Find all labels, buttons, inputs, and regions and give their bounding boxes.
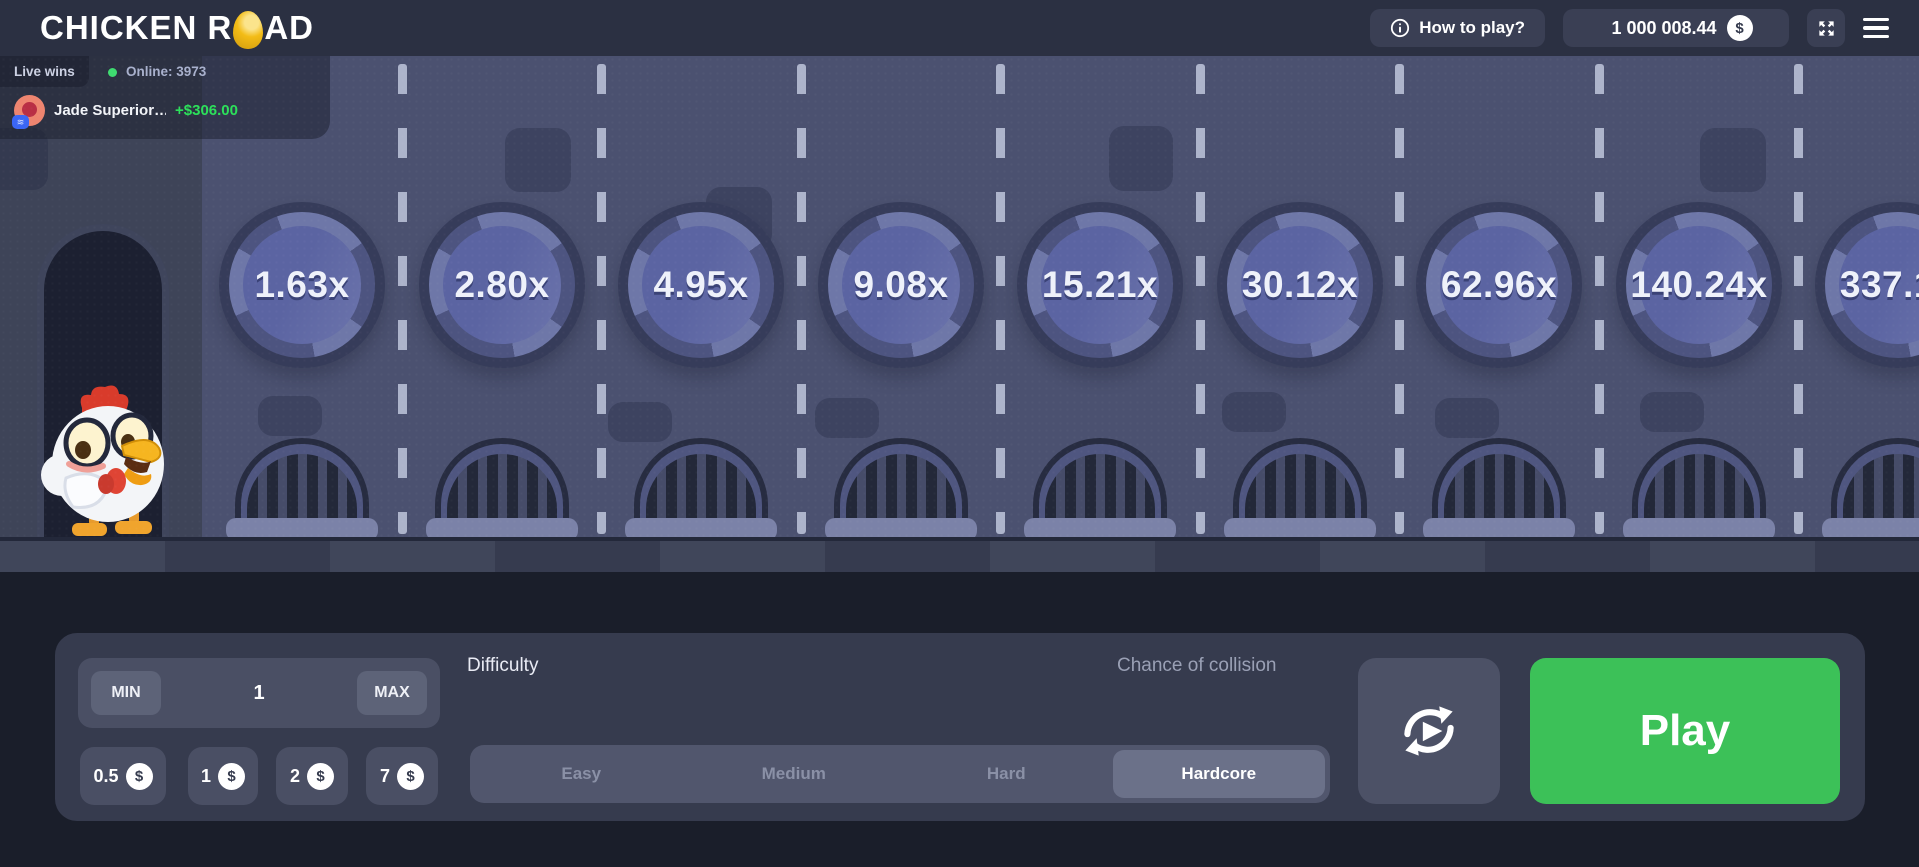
difficulty-hardcore-tab[interactable]: Hardcore bbox=[1112, 750, 1325, 798]
multiplier-tile: 2.80x bbox=[419, 202, 585, 368]
road-patch bbox=[815, 398, 879, 438]
difficulty-medium-tab[interactable]: Medium bbox=[688, 750, 901, 798]
multiplier-tile: 15.21x bbox=[1017, 202, 1183, 368]
play-button[interactable]: Play bbox=[1530, 658, 1840, 804]
chip-label: 1 bbox=[200, 765, 211, 786]
how-to-play-button[interactable]: How to play? bbox=[1370, 9, 1545, 47]
chip-0.5-button[interactable]: 0.5 $ bbox=[80, 747, 166, 805]
logo-text-right: AD bbox=[264, 9, 315, 46]
difficulty-tabs: Easy Medium Hard Hardcore bbox=[470, 745, 1330, 803]
balance-display: 1 000 008.44 $ bbox=[1563, 9, 1789, 47]
game-area: 1.63x 2.80x 4.95x 9.08x 15.21x 30.12x 62… bbox=[0, 56, 1919, 541]
sidewalk-strip bbox=[0, 541, 1919, 572]
road-patch bbox=[505, 128, 571, 192]
autoplay-loop-icon bbox=[1404, 706, 1454, 756]
multiplier-tile: 9.08x bbox=[818, 202, 984, 368]
bet-max-button[interactable]: MAX bbox=[357, 671, 427, 715]
live-win-entry: ≋ Jade Superior… +$306.00 bbox=[12, 94, 238, 129]
chip-label: 2 bbox=[289, 765, 300, 786]
lane-divider bbox=[1395, 64, 1404, 534]
bet-amount-box: MIN 1 MAX bbox=[78, 658, 440, 728]
logo-text-left: CHICKEN R bbox=[40, 9, 233, 46]
multiplier-value: 337.1x bbox=[1839, 264, 1919, 305]
online-count: Online: 3973 bbox=[126, 64, 207, 79]
lane-divider bbox=[1595, 64, 1604, 534]
multiplier-tile: 30.12x bbox=[1217, 202, 1383, 368]
header-actions: How to play? 1 000 008.44 $ bbox=[1370, 9, 1893, 47]
multiplier-value: 140.24x bbox=[1630, 264, 1768, 305]
multiplier-value: 4.95x bbox=[653, 264, 749, 305]
multiplier-tile: 62.96x bbox=[1416, 202, 1582, 368]
how-to-play-label: How to play? bbox=[1419, 18, 1525, 37]
lane-divider bbox=[797, 64, 806, 534]
road-patch bbox=[1222, 392, 1286, 432]
multiplier-value: 62.96x bbox=[1440, 264, 1558, 305]
multiplier-value: 2.80x bbox=[454, 264, 550, 305]
dollar-coin-icon: $ bbox=[397, 762, 424, 790]
multiplier-value: 1.63x bbox=[254, 264, 350, 305]
lane-divider bbox=[996, 64, 1005, 534]
header-bar: CHICKEN R AD How to play? 1 000 008.44 $ bbox=[0, 0, 1919, 56]
app-logo: CHICKEN R AD bbox=[40, 9, 315, 49]
live-wins-label: Live wins bbox=[0, 56, 89, 87]
balance-value: 1 000 008.44 bbox=[1611, 17, 1717, 38]
multiplier-tile: 4.95x bbox=[618, 202, 784, 368]
chance-of-collision-label: Chance of collision bbox=[1117, 655, 1277, 676]
chicken-character bbox=[41, 385, 164, 536]
chip-2-button[interactable]: 2 $ bbox=[276, 747, 348, 805]
chip-label: 0.5 bbox=[93, 765, 119, 786]
player-name: Jade Superior… bbox=[54, 101, 166, 119]
road-patch bbox=[1109, 126, 1173, 191]
multiplier-tile: 140.24x bbox=[1616, 202, 1782, 368]
autoplay-button[interactable] bbox=[1358, 658, 1500, 804]
chip-7-button[interactable]: 7 $ bbox=[366, 747, 438, 805]
avatar-badge-icon: ≋ bbox=[12, 114, 29, 129]
chicken-road-app: CHICKEN R AD How to play? 1 000 008.44 $ bbox=[0, 0, 1919, 867]
lane-divider bbox=[1794, 64, 1803, 534]
lane-divider bbox=[1196, 64, 1205, 534]
dollar-coin-icon: $ bbox=[125, 762, 153, 790]
road-patch bbox=[1640, 392, 1704, 432]
player-avatar: ≋ bbox=[12, 94, 45, 129]
menu-button[interactable] bbox=[1863, 9, 1893, 47]
dollar-coin-icon: $ bbox=[218, 762, 245, 790]
control-panel: MIN 1 MAX 0.5 $ 1 $ 2 $ 7 $ Difficulty C… bbox=[55, 633, 1865, 821]
online-dot-icon bbox=[108, 68, 117, 77]
win-amount: +$306.00 bbox=[175, 101, 238, 119]
dollar-coin-icon: $ bbox=[1726, 15, 1753, 41]
golden-egg-icon bbox=[233, 11, 264, 49]
dollar-coin-icon: $ bbox=[307, 762, 334, 790]
multiplier-tile: 1.63x bbox=[219, 202, 385, 368]
lane-divider bbox=[597, 64, 606, 534]
road-patch bbox=[258, 396, 322, 436]
multiplier-value: 9.08x bbox=[853, 264, 949, 305]
fullscreen-button[interactable] bbox=[1807, 9, 1845, 47]
road-patch bbox=[608, 402, 672, 442]
multiplier-value: 30.12x bbox=[1241, 264, 1359, 305]
chip-1-button[interactable]: 1 $ bbox=[188, 747, 258, 805]
multiplier-tile: 337.1x bbox=[1815, 202, 1919, 368]
multiplier-value: 15.21x bbox=[1041, 264, 1159, 305]
lane-divider bbox=[398, 64, 407, 534]
info-icon bbox=[1391, 18, 1410, 38]
road-patch bbox=[1700, 128, 1766, 192]
fullscreen-expand-icon bbox=[1818, 20, 1834, 36]
difficulty-label: Difficulty bbox=[467, 655, 539, 676]
difficulty-hard-tab[interactable]: Hard bbox=[900, 750, 1113, 798]
chip-label: 7 bbox=[379, 765, 390, 786]
difficulty-easy-tab[interactable]: Easy bbox=[475, 750, 688, 798]
road-patch bbox=[1435, 398, 1499, 438]
